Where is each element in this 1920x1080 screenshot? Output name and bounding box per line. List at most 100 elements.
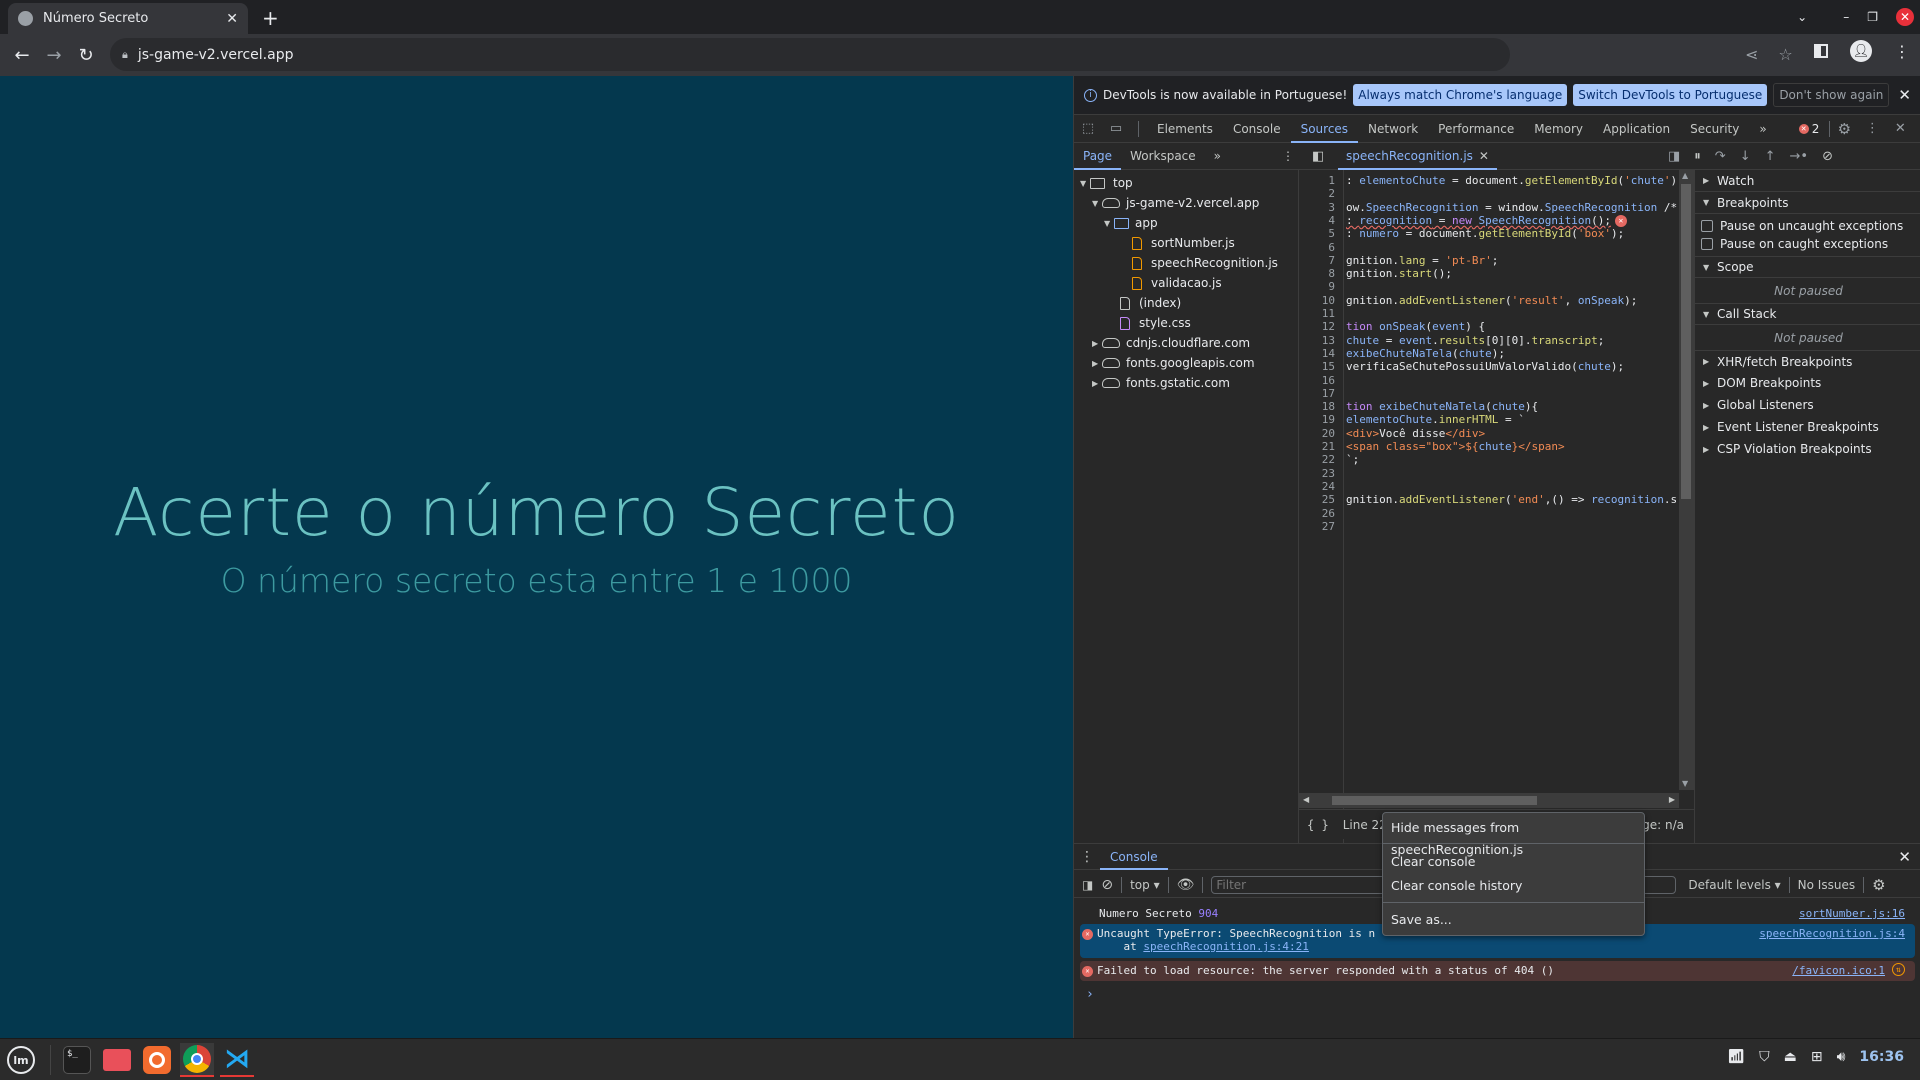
open-file-name[interactable]: speechRecognition.js bbox=[1346, 149, 1473, 163]
line-number[interactable]: 11 bbox=[1322, 307, 1335, 320]
line-number[interactable]: 25 bbox=[1322, 493, 1335, 506]
section-watch[interactable]: ▶ Watch bbox=[1695, 170, 1920, 192]
line-number[interactable]: 27 bbox=[1322, 520, 1335, 533]
tab-memory[interactable]: Memory bbox=[1524, 115, 1593, 143]
error-count-badge[interactable]: ✕ 2 bbox=[1798, 122, 1819, 136]
expand-arrow-icon[interactable]: ▼ bbox=[1104, 219, 1114, 228]
devtools-menu-icon[interactable]: ⋮ bbox=[1858, 121, 1886, 136]
close-devtools-icon[interactable]: ✕ bbox=[1886, 121, 1914, 136]
menu-item-clear-console[interactable]: Clear console bbox=[1391, 851, 1475, 873]
pause-icon[interactable]: ⏸ bbox=[1694, 149, 1701, 164]
network-icon[interactable]: ⊞ bbox=[1811, 1049, 1823, 1065]
tab-security[interactable]: Security bbox=[1680, 115, 1749, 143]
clear-console-icon[interactable]: ⊘ bbox=[1101, 877, 1113, 893]
tree-item-domain[interactable]: ▶ fonts.gstatic.com bbox=[1092, 373, 1230, 393]
line-number[interactable]: 18 bbox=[1322, 400, 1335, 413]
forward-icon[interactable]: → bbox=[38, 45, 70, 66]
section-event-listener-breakpoints[interactable]: ▶ Event Listener Breakpoints bbox=[1695, 416, 1920, 438]
scrollbar-thumb[interactable] bbox=[1681, 184, 1691, 499]
code-line[interactable]: `; bbox=[1346, 453, 1359, 466]
section-call-stack[interactable]: ▼ Call Stack bbox=[1695, 303, 1920, 325]
switch-to-portuguese-button[interactable]: Switch DevTools to Portuguese bbox=[1573, 84, 1768, 106]
tree-item-domain[interactable]: ▶ cdnjs.cloudflare.com bbox=[1092, 333, 1250, 353]
tree-item-domain[interactable]: ▶ fonts.googleapis.com bbox=[1092, 353, 1255, 373]
pause-uncaught-checkbox-row[interactable]: Pause on uncaught exceptions bbox=[1701, 219, 1903, 233]
section-dom-breakpoints[interactable]: ▶ DOM Breakpoints bbox=[1695, 372, 1920, 394]
live-expression-eye-icon[interactable]: 👁︎ bbox=[1177, 877, 1195, 893]
line-number[interactable]: 1 bbox=[1328, 174, 1335, 187]
console-sidebar-icon[interactable]: ◨ bbox=[1082, 878, 1093, 892]
kebab-menu-icon[interactable]: ⋮ bbox=[1894, 42, 1910, 61]
files-icon[interactable] bbox=[100, 1043, 134, 1077]
console-settings-gear-icon[interactable]: ⚙ bbox=[1872, 876, 1885, 894]
deactivate-breakpoints-icon[interactable]: ⊘ bbox=[1822, 149, 1833, 164]
tab-console[interactable]: Console bbox=[1223, 115, 1291, 143]
line-number[interactable]: 2 bbox=[1328, 187, 1335, 200]
tree-item-file[interactable]: speechRecognition.js bbox=[1132, 253, 1278, 273]
code-line[interactable]: tion onSpeak(event) { bbox=[1346, 320, 1485, 333]
code-line[interactable]: verificaSeChutePossuiUmValorValido(chute… bbox=[1346, 360, 1624, 373]
tab-network[interactable]: Network bbox=[1358, 115, 1428, 143]
tab-performance[interactable]: Performance bbox=[1428, 115, 1524, 143]
line-number[interactable]: 13 bbox=[1322, 334, 1335, 347]
line-number[interactable]: 22 bbox=[1322, 453, 1335, 466]
inspect-element-icon[interactable]: ⬚ bbox=[1074, 121, 1102, 136]
pause-uncaught-checkbox[interactable] bbox=[1701, 220, 1713, 232]
close-tab-icon[interactable]: ✕ bbox=[226, 11, 238, 27]
terminal-icon[interactable]: $_ bbox=[60, 1043, 94, 1077]
line-number[interactable]: 4 bbox=[1328, 214, 1335, 227]
navigator-tab-workspace[interactable]: Workspace bbox=[1121, 143, 1205, 170]
scrollbar-thumb[interactable] bbox=[1332, 796, 1537, 805]
settings-gear-icon[interactable]: ⚙ bbox=[1830, 120, 1858, 138]
code-line[interactable]: : elementoChute = document.getElementByI… bbox=[1346, 174, 1677, 187]
line-number-gutter[interactable]: 1 2 3 4 5 6 7 8 9 10 11 12 13 14 15 16 17 18 19 20 21 22 23 24 2… bbox=[1299, 170, 1344, 870]
close-infobar-icon[interactable]: ✕ bbox=[1898, 86, 1911, 104]
code-line[interactable]: <span class="box">${chute}</span> bbox=[1346, 440, 1565, 453]
side-panel-icon[interactable] bbox=[1814, 44, 1828, 58]
navigator-tab-page[interactable]: Page bbox=[1074, 143, 1122, 170]
line-number[interactable]: 21 bbox=[1322, 440, 1335, 453]
tree-item-domain[interactable]: ▼ js-game-v2.vercel.app bbox=[1092, 193, 1259, 213]
stack-trace-link[interactable]: speechRecognition.js:4:21 bbox=[1143, 940, 1309, 953]
reload-icon[interactable]: ↻ bbox=[70, 45, 102, 66]
line-number[interactable]: 16 bbox=[1322, 374, 1335, 387]
code-line[interactable]: : numero = document.getElementById('box'… bbox=[1346, 227, 1624, 240]
expand-arrow-icon[interactable]: ▼ bbox=[1092, 199, 1102, 208]
error-marker-icon[interactable]: ✕ bbox=[1614, 214, 1627, 227]
dont-show-again-button[interactable]: Don't show again bbox=[1773, 83, 1890, 107]
scroll-down-icon[interactable]: ▼ bbox=[1682, 779, 1688, 788]
message-source-link[interactable]: /favicon.ico:1 bbox=[1792, 964, 1885, 977]
line-number[interactable]: 14 bbox=[1322, 347, 1335, 360]
close-window-icon[interactable]: ✕ bbox=[1896, 8, 1914, 26]
code-line[interactable]: <div>Você disse</div> bbox=[1346, 427, 1485, 440]
profile-avatar[interactable]: 👤︎ bbox=[1850, 40, 1872, 62]
message-source-link[interactable]: speechRecognition.js:4 bbox=[1759, 927, 1905, 940]
line-number[interactable]: 5 bbox=[1328, 227, 1335, 240]
step-into-icon[interactable]: ↓ bbox=[1740, 149, 1751, 164]
volume-icon[interactable]: 🔊︎ bbox=[1837, 1049, 1846, 1065]
code-line[interactable]: tion exibeChuteNaTela(chute){ bbox=[1346, 400, 1538, 413]
line-number[interactable]: 3 bbox=[1328, 201, 1335, 214]
drawer-tab-console[interactable]: Console bbox=[1100, 844, 1168, 870]
maximize-icon[interactable]: ❐ bbox=[1867, 10, 1878, 24]
close-drawer-icon[interactable]: ✕ bbox=[1898, 848, 1911, 866]
tree-item-file[interactable]: style.css bbox=[1120, 313, 1191, 333]
code-line[interactable]: gnition.start(); bbox=[1346, 267, 1452, 280]
pretty-print-icon[interactable]: { } bbox=[1307, 818, 1329, 832]
console-prompt[interactable]: › bbox=[1080, 987, 1915, 1002]
minimize-icon[interactable]: – bbox=[1843, 10, 1849, 24]
line-number[interactable]: 20 bbox=[1322, 427, 1335, 440]
url-text[interactable]: js-game-v2.vercel.app bbox=[138, 47, 294, 63]
editor-horizontal-scrollbar[interactable]: ◀ ▶ bbox=[1299, 793, 1679, 808]
line-number[interactable]: 15 bbox=[1322, 360, 1335, 373]
message-source-link[interactable]: sortNumber.js:16 bbox=[1799, 907, 1905, 920]
navigator-menu-icon[interactable]: ⋮ bbox=[1282, 149, 1294, 163]
toggle-navigator-icon[interactable]: ◧ bbox=[1312, 149, 1324, 164]
tree-item-file[interactable]: sortNumber.js bbox=[1132, 233, 1235, 253]
menu-item-hide-messages[interactable]: Hide messages from speechRecognition.js bbox=[1391, 817, 1644, 857]
browser-tab[interactable]: Número Secreto ✕ bbox=[8, 3, 248, 34]
section-breakpoints[interactable]: ▼ Breakpoints bbox=[1695, 192, 1920, 214]
log-levels-dropdown[interactable]: Default levels ▾ bbox=[1688, 878, 1780, 892]
more-tabs-button[interactable]: » bbox=[1749, 115, 1776, 143]
line-number[interactable]: 19 bbox=[1322, 413, 1335, 426]
